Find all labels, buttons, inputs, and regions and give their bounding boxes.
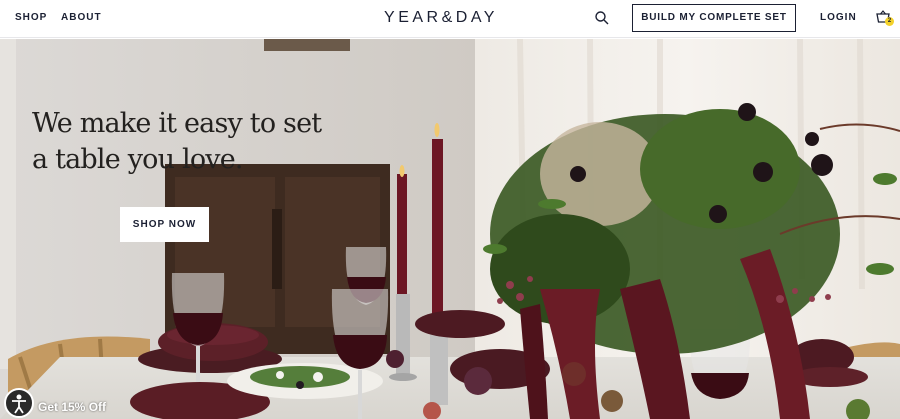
- shop-now-button[interactable]: SHOP NOW: [120, 207, 209, 242]
- top-navigation: SHOP ABOUT YEAR&DAY BUILD MY COMPLETE SE…: [0, 0, 900, 38]
- accessibility-icon: [12, 394, 26, 414]
- search-button[interactable]: [594, 10, 610, 26]
- brand-logo[interactable]: YEAR&DAY: [360, 8, 522, 28]
- nav-about-link[interactable]: ABOUT: [61, 12, 102, 24]
- cart-count-badge: 2: [885, 17, 894, 26]
- cart-button[interactable]: 2: [876, 10, 894, 28]
- hero-banner: We make it easy to set a table you love.…: [0, 39, 900, 419]
- hero-headline: We make it easy to set a table you love.: [32, 108, 322, 175]
- promo-widget[interactable]: Get 15% Off: [0, 388, 118, 419]
- build-complete-set-button[interactable]: BUILD MY COMPLETE SET: [632, 4, 796, 32]
- nav-shop-link[interactable]: SHOP: [15, 12, 47, 24]
- promo-label[interactable]: Get 15% Off: [38, 400, 106, 414]
- search-icon: [595, 11, 609, 25]
- login-link[interactable]: LOGIN: [820, 12, 857, 24]
- accessibility-button[interactable]: [4, 388, 34, 418]
